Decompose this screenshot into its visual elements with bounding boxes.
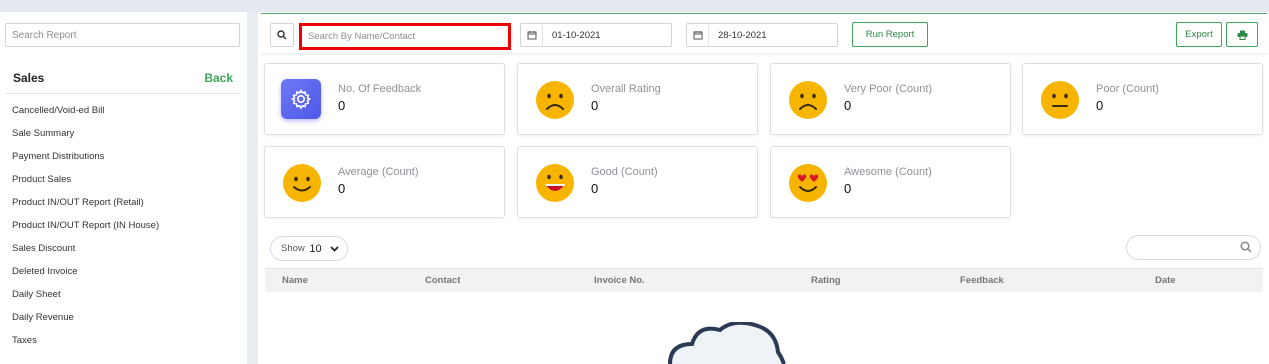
card-value: 0 [844, 98, 852, 113]
report-toolbar: 01-10-2021 28-10-2021 Run Report Export [261, 13, 1267, 54]
show-entries-select[interactable]: Show 10 [270, 236, 348, 261]
heart-eyes-face-icon [789, 164, 827, 202]
search-icon [277, 30, 287, 40]
column-header-name[interactable]: Name [282, 275, 308, 286]
stat-card-average: Average (Count) 0 [264, 146, 505, 218]
neutral-face-icon [1041, 81, 1079, 119]
date-from-value: 01-10-2021 [552, 29, 601, 41]
card-label: Awesome (Count) [844, 166, 932, 178]
date-to-value: 28-10-2021 [718, 29, 767, 41]
card-value: 0 [591, 181, 599, 196]
report-list: Cancelled/Void-ed Bill Sale Summary Paym… [12, 104, 242, 357]
sidebar-divider [5, 93, 240, 94]
report-content: 01-10-2021 28-10-2021 Run Report Export [258, 12, 1269, 364]
sidebar-item-deleted-invoice[interactable]: Deleted Invoice [12, 265, 242, 288]
search-button[interactable] [270, 23, 294, 47]
sidebar-item-taxes[interactable]: Taxes [12, 334, 242, 357]
smile-face-icon [283, 164, 321, 202]
card-label: Good (Count) [591, 166, 658, 178]
show-value: 10 [309, 242, 322, 255]
card-label: Overall Rating [591, 83, 661, 95]
sidebar-section-title: Sales [13, 71, 45, 85]
card-label: Very Poor (Count) [844, 83, 933, 95]
column-header-invoice-no[interactable]: Invoice No. [594, 275, 645, 286]
report-search-input[interactable] [5, 23, 240, 47]
show-label: Show [281, 243, 305, 254]
print-button[interactable] [1226, 22, 1258, 47]
sidebar-item-cancelled-voided-bill[interactable]: Cancelled/Void-ed Bill [12, 104, 242, 127]
sidebar-item-daily-sheet[interactable]: Daily Sheet [12, 288, 242, 311]
calendar-icon [521, 24, 543, 46]
column-header-rating[interactable]: Rating [811, 275, 841, 286]
stat-card-good: Good (Count) 0 [517, 146, 758, 218]
card-value: 0 [844, 181, 852, 196]
card-label: Average (Count) [338, 166, 419, 178]
layout-gutter [247, 12, 258, 364]
sidebar-item-sales-discount[interactable]: Sales Discount [12, 242, 242, 265]
column-header-feedback[interactable]: Feedback [960, 275, 1004, 286]
date-to-field[interactable]: 28-10-2021 [686, 23, 838, 47]
sidebar-item-payment-distributions[interactable]: Payment Distributions [12, 150, 242, 173]
stat-card-awesome: Awesome (Count) 0 [770, 146, 1011, 218]
sidebar-item-product-sales[interactable]: Product Sales [12, 173, 242, 196]
report-sidebar: Sales Back Cancelled/Void-ed Bill Sale S… [0, 12, 247, 364]
top-strip [0, 0, 1269, 12]
stat-card-very-poor: Very Poor (Count) 0 [770, 63, 1011, 135]
date-from-field[interactable]: 01-10-2021 [520, 23, 672, 47]
search-icon [1240, 241, 1252, 253]
card-value: 0 [338, 181, 346, 196]
table-header: Name Contact Invoice No. Rating Feedback… [265, 268, 1263, 292]
gear-icon [281, 79, 321, 119]
sad-face-icon [536, 81, 574, 119]
sidebar-item-product-inout-inhouse[interactable]: Product IN/OUT Report (IN House) [12, 219, 242, 242]
card-value: 0 [591, 98, 599, 113]
column-header-date[interactable]: Date [1155, 275, 1176, 286]
export-button[interactable]: Export [1176, 22, 1222, 47]
table-search-input[interactable] [1126, 235, 1261, 260]
sidebar-item-sale-summary[interactable]: Sale Summary [12, 127, 242, 150]
grin-face-icon [536, 164, 574, 202]
card-value: 0 [1096, 98, 1104, 113]
chevron-down-icon [330, 245, 339, 252]
back-link[interactable]: Back [204, 71, 233, 85]
sidebar-header: Sales Back [13, 71, 233, 93]
card-label: No. Of Feedback [338, 83, 422, 95]
card-label: Poor (Count) [1096, 83, 1159, 95]
sad-face-icon [789, 81, 827, 119]
stat-card-no-of-feedback: No. Of Feedback 0 [264, 63, 505, 135]
run-report-button[interactable]: Run Report [852, 22, 928, 47]
stat-card-poor: Poor (Count) 0 [1022, 63, 1263, 135]
card-value: 0 [338, 98, 346, 113]
stat-card-overall-rating: Overall Rating 0 [517, 63, 758, 135]
printer-icon [1237, 30, 1247, 40]
sidebar-item-product-inout-retail[interactable]: Product IN/OUT Report (Retail) [12, 196, 242, 219]
calendar-icon [687, 24, 709, 46]
sidebar-item-daily-revenue[interactable]: Daily Revenue [12, 311, 242, 334]
name-contact-search-input[interactable] [299, 23, 511, 50]
empty-state-cloud-icon [668, 322, 786, 364]
column-header-contact[interactable]: Contact [425, 275, 460, 286]
